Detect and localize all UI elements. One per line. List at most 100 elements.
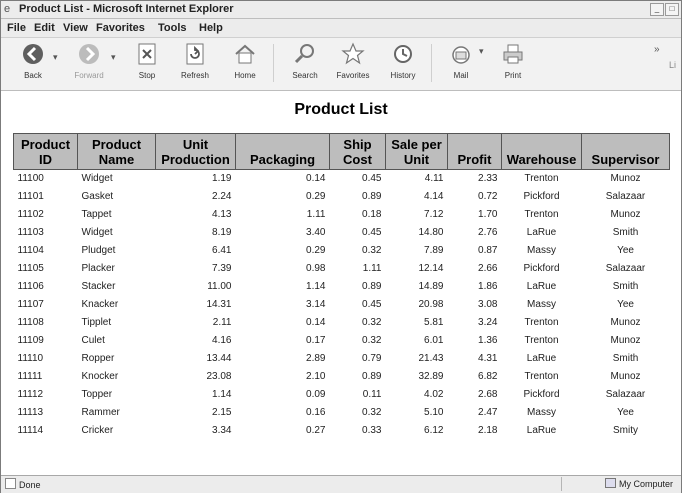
back-arrow-icon (21, 42, 45, 66)
status-zone: My Computer (604, 478, 673, 491)
cell-product-id: 11109 (17, 335, 44, 346)
table-row: 11100 Widget 1.19 0.14 0.45 4.11 2.33 Trenton Mu… (14, 170, 670, 189)
cell-product-name: Topper (81, 389, 113, 400)
cell-unit-production: 2.11 (212, 317, 232, 328)
cell-unit-production: 2.15 (212, 407, 232, 418)
ie-logo-icon: e (4, 3, 11, 15)
forward-button[interactable]: Forward (67, 42, 111, 86)
cell-product-name: Placker (81, 263, 115, 274)
cell-ship-cost: 0.45 (362, 173, 382, 184)
cell-product-id: 11104 (17, 245, 44, 256)
cell-supervisor: Smity (613, 425, 638, 436)
cell-supervisor: Salazaar (605, 191, 646, 202)
print-icon (501, 42, 525, 66)
cell-product-id: 11103 (17, 227, 44, 238)
mail-button[interactable]: Mail (439, 42, 483, 86)
print-button[interactable]: Print (491, 42, 535, 86)
cell-product-id: 11106 (17, 281, 44, 292)
cell-packaging: 0.98 (306, 263, 326, 274)
back-button[interactable]: Back (11, 42, 55, 86)
cell-profit: 1.86 (478, 281, 498, 292)
cell-profit: 2.68 (478, 389, 498, 400)
table-row: 11111 Knocker 23.08 2.10 0.89 32.89 6.82 Trento… (14, 368, 670, 386)
cell-packaging: 0.14 (306, 317, 326, 328)
table-row: 11102 Tappet 4.13 1.11 0.18 7.12 1.70 Trenton Mu… (14, 206, 670, 224)
menu-tools[interactable]: Tools (158, 21, 187, 35)
cell-profit: 4.31 (478, 353, 498, 364)
cell-sale-per-unit: 14.80 (418, 227, 444, 238)
cell-unit-production: 1.14 (212, 389, 232, 400)
cell-supervisor: Munoz (610, 371, 641, 382)
cell-ship-cost: 0.89 (362, 191, 382, 202)
cell-product-name: Stacker (81, 281, 116, 292)
col-header-warehouse: Warehouse (501, 133, 582, 170)
menu-edit[interactable]: Edit (34, 21, 55, 35)
stop-button[interactable]: Stop (125, 42, 169, 86)
cell-ship-cost: 0.45 (362, 227, 382, 238)
links-label[interactable]: Li (669, 60, 676, 70)
cell-warehouse: Pickford (523, 389, 560, 400)
cell-product-id: 11107 (17, 299, 44, 310)
cell-product-id: 11111 (17, 371, 43, 382)
col-header-product-id: Product ID (13, 133, 78, 170)
cell-packaging: 0.29 (306, 245, 326, 256)
cell-packaging: 1.11 (306, 209, 326, 220)
back-dropdown-icon[interactable]: ▾ (53, 52, 58, 63)
cell-sale-per-unit: 32.89 (418, 371, 444, 382)
cell-supervisor: Smith (612, 353, 639, 364)
mail-dropdown-icon[interactable]: ▾ (479, 46, 484, 57)
cell-warehouse: Trenton (524, 371, 559, 382)
col-header-sale-per-unit: Sale per Unit (385, 133, 448, 170)
cell-product-id: 11101 (17, 191, 44, 202)
cell-product-id: 11110 (17, 353, 44, 364)
menu-view[interactable]: View (63, 21, 88, 35)
cell-supervisor: Munoz (610, 173, 641, 184)
cell-ship-cost: 0.18 (362, 209, 382, 220)
history-icon (391, 42, 415, 66)
cell-product-id: 11105 (17, 263, 44, 274)
cell-warehouse: Trenton (524, 317, 559, 328)
cell-product-name: Widget (81, 173, 113, 184)
toolbar-separator (431, 44, 432, 82)
cell-packaging: 3.14 (306, 299, 326, 310)
cell-warehouse: Massy (527, 407, 556, 418)
cell-warehouse: Massy (527, 299, 556, 310)
table-row: 11112 Topper 1.14 0.09 0.11 4.02 2.68 Pickford S… (14, 386, 670, 404)
cell-ship-cost: 0.89 (362, 371, 382, 382)
cell-unit-production: 8.19 (212, 227, 232, 238)
cell-ship-cost: 0.32 (362, 335, 382, 346)
cell-unit-production: 1.19 (212, 173, 232, 184)
table-body: 11100 Widget 1.19 0.14 0.45 4.11 2.33 Trenton Mu… (14, 170, 670, 441)
menu-favorites[interactable]: Favorites (96, 21, 145, 35)
cell-packaging: 0.17 (306, 335, 326, 346)
cell-sale-per-unit: 21.43 (418, 353, 444, 364)
cell-unit-production: 4.13 (212, 209, 232, 220)
stop-icon (135, 42, 159, 66)
cell-supervisor: Munoz (610, 317, 641, 328)
favorites-button[interactable]: Favorites (331, 42, 375, 86)
cell-unit-production: 13.44 (206, 353, 232, 364)
cell-profit: 2.33 (478, 173, 498, 184)
toolbar-overflow-icon[interactable]: » (654, 44, 660, 55)
toolbar-separator (273, 44, 274, 82)
cell-packaging: 0.27 (306, 425, 326, 436)
cell-product-name: Ropper (81, 353, 115, 364)
status-divider (561, 477, 562, 491)
cell-sale-per-unit: 5.81 (424, 317, 444, 328)
menu-file[interactable]: File (7, 21, 26, 35)
cell-ship-cost: 0.33 (362, 425, 382, 436)
title-bar: e Product List - Microsoft Internet Expl… (1, 1, 681, 19)
cell-profit: 0.72 (478, 191, 498, 202)
search-button[interactable]: Search (283, 42, 327, 86)
col-header-ship-cost: Ship Cost (329, 133, 386, 170)
minimize-button[interactable]: _ (650, 3, 664, 16)
forward-dropdown-icon[interactable]: ▾ (111, 52, 116, 63)
history-button[interactable]: History (381, 42, 425, 86)
home-button[interactable]: Home (223, 42, 267, 86)
refresh-button[interactable]: Refresh (173, 42, 217, 86)
print-label: Print (504, 71, 522, 80)
maximize-button[interactable]: □ (665, 3, 679, 16)
menu-bar: File Edit View Favorites Tools Help (1, 19, 681, 38)
menu-help[interactable]: Help (199, 21, 223, 35)
search-label: Search (292, 71, 318, 80)
